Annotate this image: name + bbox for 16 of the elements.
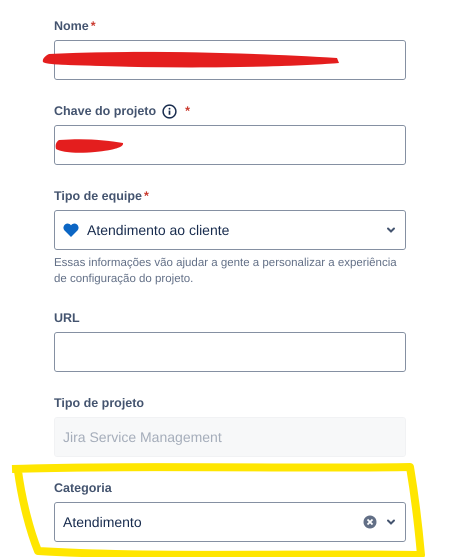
field-label: Tipo de equipe xyxy=(54,189,142,203)
field-label: Nome xyxy=(54,19,89,33)
field-label: Categoria xyxy=(54,481,112,495)
select-field[interactable]: Atendimento ao cliente xyxy=(54,210,406,250)
required-mark: * xyxy=(144,189,149,203)
input-field[interactable] xyxy=(54,125,406,165)
helper-text: Essas informações vão ajudar a gente a personalizar a experiência de configuração do projeto. xyxy=(54,256,398,287)
required-mark: * xyxy=(90,19,96,33)
clear-icon[interactable] xyxy=(363,515,377,529)
field-label: URL xyxy=(54,311,80,325)
select-field[interactable]: Atendimento xyxy=(54,502,406,542)
field-label: Chave do projeto xyxy=(54,104,156,118)
info-icon[interactable] xyxy=(162,104,178,118)
input-field[interactable] xyxy=(54,332,406,372)
required-mark: * xyxy=(185,104,190,118)
field-label: Tipo de projeto xyxy=(54,396,144,410)
